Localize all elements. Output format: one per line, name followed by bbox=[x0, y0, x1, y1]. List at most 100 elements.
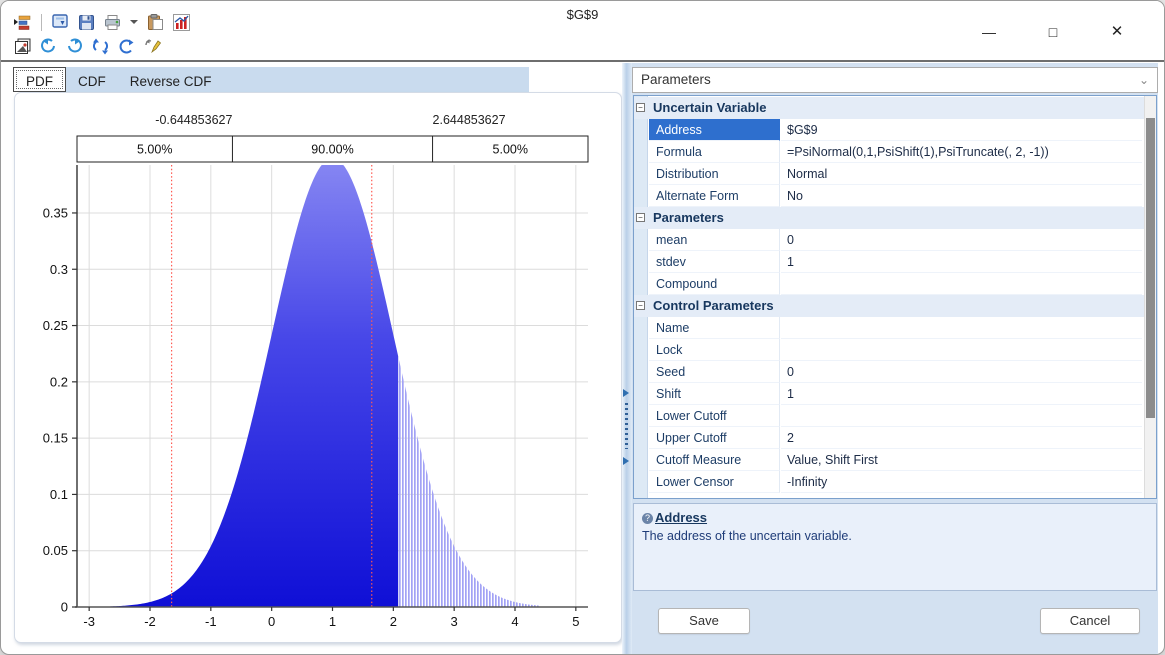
param-value[interactable]: 1 bbox=[781, 383, 1142, 405]
param-row-cutoff-measure[interactable]: Cutoff Measure Value, Shift First bbox=[634, 449, 1156, 471]
param-section-control-parameters[interactable]: − Control Parameters bbox=[634, 295, 1156, 317]
property-description-box: ? Address The address of the uncertain va… bbox=[633, 503, 1157, 591]
tab-reverse-cdf[interactable]: Reverse CDF bbox=[118, 67, 224, 92]
param-row-name[interactable]: Name bbox=[634, 317, 1156, 339]
param-section-parameters[interactable]: − Parameters bbox=[634, 207, 1156, 229]
param-value[interactable]: 1 bbox=[781, 251, 1142, 273]
x-tick-label: 3 bbox=[451, 614, 458, 629]
close-button[interactable]: ✕ bbox=[1102, 19, 1132, 45]
paste-icon[interactable] bbox=[146, 13, 165, 32]
param-name[interactable]: Seed bbox=[649, 361, 780, 383]
param-value[interactable]: No bbox=[781, 185, 1142, 207]
param-value[interactable]: 0 bbox=[781, 229, 1142, 251]
x-tick-label: -2 bbox=[144, 614, 156, 629]
parameters-header-dropdown[interactable]: Parameters ⌄ bbox=[632, 67, 1158, 93]
collapse-icon[interactable]: − bbox=[636, 213, 645, 222]
param-value[interactable]: Value, Shift First bbox=[781, 449, 1142, 471]
print-icon[interactable] bbox=[103, 13, 122, 32]
param-row-mean[interactable]: mean 0 bbox=[634, 229, 1156, 251]
x-tick-label: -1 bbox=[205, 614, 217, 629]
param-value[interactable]: -Infinity bbox=[781, 471, 1142, 493]
param-name[interactable]: Lower Cutoff bbox=[649, 405, 780, 427]
chevron-down-icon[interactable]: ⌄ bbox=[1139, 68, 1149, 92]
rotate-left-icon[interactable] bbox=[39, 37, 58, 56]
param-value[interactable] bbox=[781, 405, 1142, 427]
flip-vertical-icon[interactable] bbox=[91, 37, 110, 56]
param-name[interactable]: Alternate Form bbox=[649, 185, 780, 207]
param-value[interactable] bbox=[781, 339, 1142, 361]
tab-pdf[interactable]: PDF bbox=[13, 67, 66, 92]
param-row-alternate-form[interactable]: Alternate Form No bbox=[634, 185, 1156, 207]
chart-icon[interactable] bbox=[172, 13, 191, 32]
param-value[interactable]: 2 bbox=[781, 427, 1142, 449]
param-row-shift[interactable]: Shift 1 bbox=[634, 383, 1156, 405]
param-row-distribution[interactable]: Distribution Normal bbox=[634, 163, 1156, 185]
param-row-seed[interactable]: Seed 0 bbox=[634, 361, 1156, 383]
param-value[interactable]: =PsiNormal(0,1,PsiShift(1),PsiTruncate(,… bbox=[781, 141, 1142, 163]
edit-annotation-icon[interactable] bbox=[143, 37, 162, 56]
maximize-button[interactable]: □ bbox=[1038, 19, 1068, 45]
param-section-uncertain-variable[interactable]: − Uncertain Variable bbox=[634, 97, 1156, 119]
param-row-lock[interactable]: Lock bbox=[634, 339, 1156, 361]
collapse-icon[interactable]: − bbox=[636, 301, 645, 310]
rotate-clockwise-icon[interactable] bbox=[117, 37, 136, 56]
param-name[interactable]: Lower Censor bbox=[649, 471, 780, 493]
panel-splitter[interactable] bbox=[622, 63, 632, 654]
y-tick-label: 0.25 bbox=[43, 318, 68, 333]
percentile-band-label: 5.00% bbox=[137, 143, 172, 157]
param-row-lower-cutoff[interactable]: Lower Cutoff bbox=[634, 405, 1156, 427]
y-tick-label: 0.15 bbox=[43, 431, 68, 446]
minimize-button[interactable]: — bbox=[974, 19, 1004, 45]
param-value[interactable]: $G$9 bbox=[781, 119, 1142, 141]
param-row-upper-cutoff[interactable]: Upper Cutoff 2 bbox=[634, 427, 1156, 449]
param-name[interactable]: Name bbox=[649, 317, 780, 339]
param-value[interactable] bbox=[781, 273, 1142, 295]
property-grid: − Uncertain Variable Address $G$9 Formula =Ps… bbox=[633, 95, 1157, 499]
param-name[interactable]: Shift bbox=[649, 383, 780, 405]
param-row-address[interactable]: Address $G$9 bbox=[634, 119, 1156, 141]
copy-image-icon[interactable] bbox=[13, 37, 32, 56]
param-name[interactable]: mean bbox=[649, 229, 780, 251]
param-row-formula[interactable]: Formula =PsiNormal(0,1,PsiShift(1),PsiTru… bbox=[634, 141, 1156, 163]
tab-cdf[interactable]: CDF bbox=[66, 67, 118, 92]
section-label: Parameters bbox=[653, 210, 724, 225]
y-tick-label: 0.05 bbox=[43, 543, 68, 558]
description-text: The address of the uncertain variable. bbox=[642, 529, 852, 543]
param-name[interactable]: Lock bbox=[649, 339, 780, 361]
param-name[interactable]: Address bbox=[649, 119, 780, 141]
toolbar-row-2 bbox=[13, 35, 162, 57]
param-name[interactable]: Distribution bbox=[649, 163, 780, 185]
param-value[interactable]: Normal bbox=[781, 163, 1142, 185]
param-row-compound[interactable]: Compound bbox=[634, 273, 1156, 295]
param-name[interactable]: stdev bbox=[649, 251, 780, 273]
splitter-arrow-icon[interactable] bbox=[623, 457, 629, 465]
percentile-value-label: -0.644853627 bbox=[155, 113, 232, 127]
param-value[interactable]: 0 bbox=[781, 361, 1142, 383]
save-button[interactable]: Save bbox=[658, 608, 750, 634]
title-bar: $G$9 — □ ✕ bbox=[1, 1, 1164, 60]
distribution-bars-icon[interactable] bbox=[13, 13, 32, 32]
splitter-arrow-icon[interactable] bbox=[623, 389, 629, 397]
vertical-scrollbar[interactable] bbox=[1144, 96, 1156, 498]
cancel-button[interactable]: Cancel bbox=[1040, 608, 1140, 634]
dropdown-arrow-icon[interactable] bbox=[130, 20, 138, 24]
pdf-curve-truncated-area bbox=[398, 356, 540, 607]
y-tick-label: 0.2 bbox=[50, 374, 68, 389]
scrollbar-thumb[interactable] bbox=[1146, 118, 1155, 418]
splitter-grip[interactable] bbox=[625, 403, 628, 449]
param-value[interactable] bbox=[781, 317, 1142, 339]
param-name[interactable]: Compound bbox=[649, 273, 780, 295]
pdf-chart[interactable]: -3 -2 -1 0 1 2 3 4 5 0 0.05 0.1 0.15 0.2 0.25 0.3 0.35 5.… bbox=[15, 93, 623, 644]
rotate-right-icon[interactable] bbox=[65, 37, 84, 56]
param-row-stdev[interactable]: stdev 1 bbox=[634, 251, 1156, 273]
param-name[interactable]: Formula bbox=[649, 141, 780, 163]
help-icon: ? bbox=[642, 513, 653, 524]
save-icon[interactable] bbox=[77, 13, 96, 32]
copy-chart-icon[interactable] bbox=[51, 13, 70, 32]
param-name[interactable]: Cutoff Measure bbox=[649, 449, 780, 471]
collapse-icon[interactable]: − bbox=[636, 103, 645, 112]
param-row-lower-censor[interactable]: Lower Censor -Infinity bbox=[634, 471, 1156, 493]
percentile-band-label: 5.00% bbox=[493, 143, 528, 157]
y-tick-label: 0.3 bbox=[50, 262, 68, 277]
param-name[interactable]: Upper Cutoff bbox=[649, 427, 780, 449]
